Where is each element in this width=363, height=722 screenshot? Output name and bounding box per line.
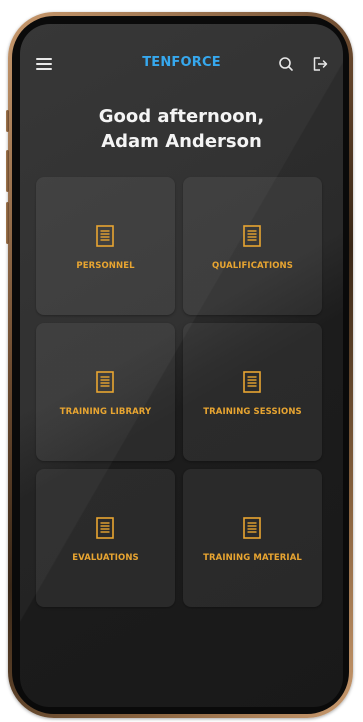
tile-training-sessions[interactable]: TRAINING SESSIONS xyxy=(183,323,322,461)
tile-label: TRAINING MATERIAL xyxy=(203,553,302,563)
side-button-mute xyxy=(6,110,9,132)
user-name: Adam Anderson xyxy=(101,131,262,152)
tile-label: TRAINING SESSIONS xyxy=(203,407,302,417)
document-icon xyxy=(243,371,261,393)
document-icon xyxy=(243,225,261,247)
document-icon xyxy=(243,517,261,539)
tile-evaluations[interactable]: EVALUATIONS xyxy=(36,469,175,607)
logout-icon[interactable] xyxy=(312,56,328,72)
side-button-volume-down xyxy=(6,202,9,244)
tile-label: QUALIFICATIONS xyxy=(212,261,293,271)
side-button-volume-up xyxy=(6,150,9,192)
search-icon[interactable] xyxy=(278,56,294,72)
tile-label: TRAINING LIBRARY xyxy=(59,407,152,417)
tile-label: PERSONNEL xyxy=(76,261,135,271)
tile-qualifications[interactable]: QUALIFICATIONS xyxy=(183,177,322,315)
document-icon xyxy=(96,371,114,393)
tile-label: EVALUATIONS xyxy=(72,553,139,563)
tile-personnel[interactable]: PERSONNEL xyxy=(36,177,175,315)
tile-training-material[interactable]: TRAINING MATERIAL xyxy=(183,469,322,607)
tile-training-library[interactable]: TRAINING LIBRARY xyxy=(36,323,175,461)
brand-logo: TENFORCE xyxy=(142,55,221,70)
top-bar: TENFORCE xyxy=(20,52,343,76)
app-screen: TENFORCE Good afternoon, Adam Anderson P… xyxy=(20,24,343,707)
document-icon xyxy=(96,225,114,247)
greeting-heading: Good afternoon, Adam Anderson xyxy=(20,104,343,154)
greeting-line: Good afternoon, xyxy=(98,106,265,127)
document-icon xyxy=(96,517,114,539)
